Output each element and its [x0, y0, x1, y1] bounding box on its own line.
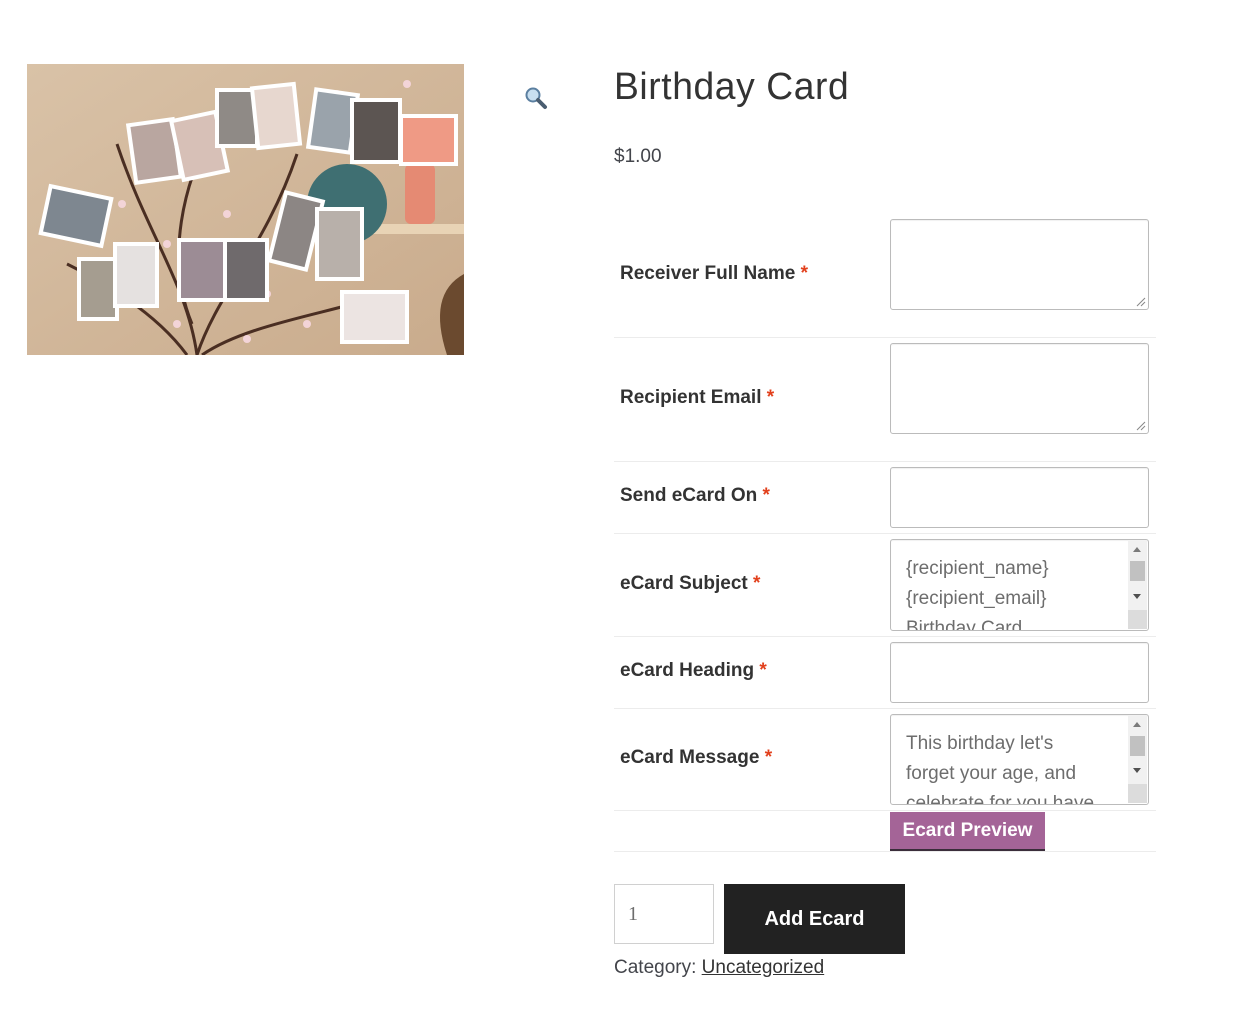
receiver-name-textarea[interactable] [890, 219, 1149, 310]
quantity-input[interactable]: 1 [614, 884, 714, 944]
recipient-email-label: Recipient Email * [620, 387, 775, 408]
message-text: This birthday let's forget your age, and… [906, 733, 1095, 804]
form-row-send-on: Send eCard On * [614, 461, 1156, 534]
scroll-down-icon[interactable] [1133, 768, 1141, 773]
category-link[interactable]: Uncategorized [702, 957, 825, 978]
form-row-preview [614, 810, 1156, 852]
heading-label: eCard Heading * [620, 660, 767, 681]
scroll-up-icon[interactable] [1133, 722, 1141, 727]
resize-grip-icon[interactable] [1136, 421, 1146, 431]
resize-grip-icon[interactable] [1128, 784, 1147, 803]
subject-textarea[interactable]: {recipient_name} {recipient_email} Birth… [890, 539, 1149, 631]
scroll-thumb[interactable] [1130, 561, 1145, 581]
send-on-date-input[interactable] [890, 467, 1149, 528]
subject-text: {recipient_name} {recipient_email} Birth… [906, 558, 1049, 630]
form-row-heading: eCard Heading * [614, 636, 1156, 709]
subject-label: eCard Subject * [620, 573, 761, 594]
required-mark: * [766, 387, 775, 408]
product-image[interactable] [27, 64, 464, 355]
receiver-name-label: Receiver Full Name * [620, 263, 808, 284]
scroll-down-icon[interactable] [1133, 594, 1141, 599]
subject-scrollbar[interactable] [1128, 541, 1147, 629]
message-label: eCard Message * [620, 747, 773, 768]
product-title: Birthday Card [614, 66, 850, 108]
form-row-recipient-email: Recipient Email * [614, 337, 1156, 462]
message-textarea[interactable]: This birthday let's forget your age, and… [890, 714, 1149, 805]
message-scrollbar[interactable] [1128, 716, 1147, 803]
form-row-receiver-name: Receiver Full Name * [614, 213, 1156, 338]
required-mark: * [762, 485, 770, 506]
resize-grip-icon[interactable] [1136, 297, 1146, 307]
ecard-preview-button[interactable]: Ecard Preview [890, 812, 1045, 851]
add-ecard-button[interactable]: Add Ecard [724, 884, 905, 954]
required-mark: * [759, 660, 767, 681]
required-mark: * [800, 263, 808, 284]
form-row-message: eCard Message * This birthday let's forg… [614, 708, 1156, 811]
heading-input[interactable] [890, 642, 1149, 703]
scroll-thumb[interactable] [1130, 736, 1145, 756]
scroll-up-icon[interactable] [1133, 547, 1141, 552]
resize-grip-icon[interactable] [1128, 610, 1147, 629]
category-label: Category: [614, 957, 697, 978]
product-price: $1.00 [614, 146, 662, 167]
send-on-label: Send eCard On * [620, 485, 770, 506]
required-mark: * [764, 747, 773, 768]
zoom-magnifier-icon[interactable] [524, 86, 550, 110]
recipient-email-textarea[interactable] [890, 343, 1149, 434]
form-row-subject: eCard Subject * {recipient_name} {recipi… [614, 533, 1156, 637]
product-category: Category: Uncategorized [614, 957, 824, 979]
required-mark: * [753, 573, 761, 594]
